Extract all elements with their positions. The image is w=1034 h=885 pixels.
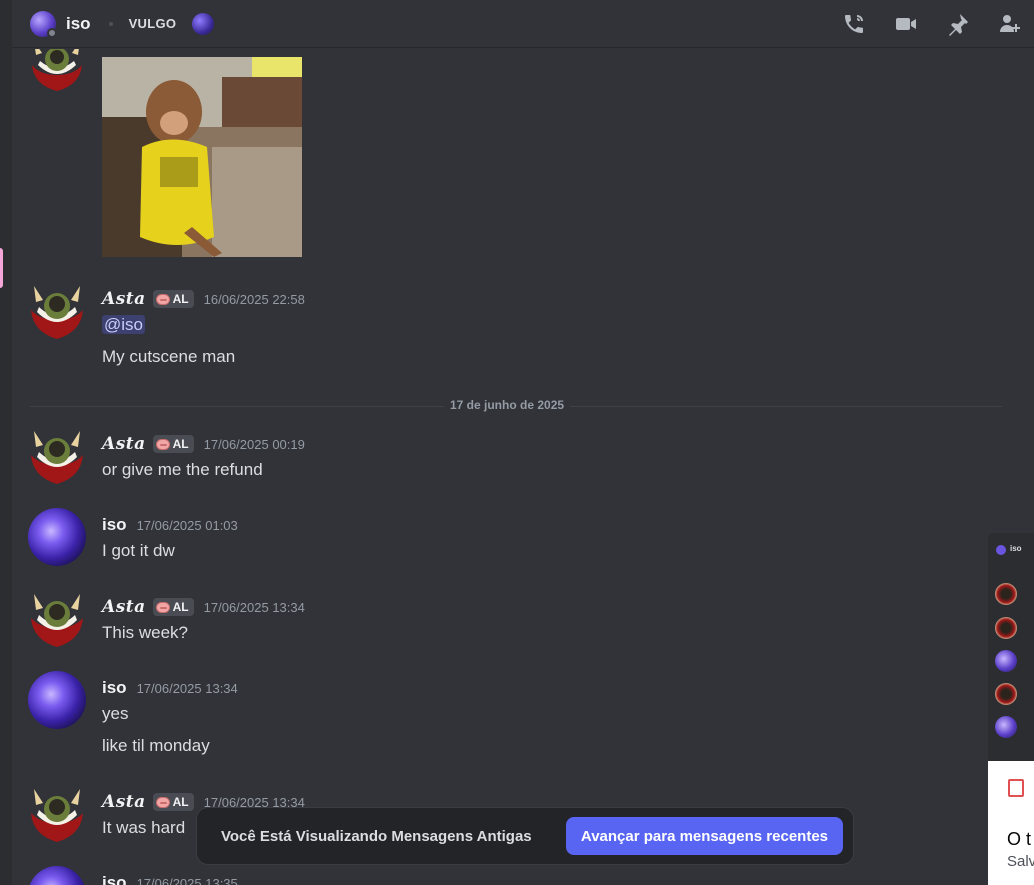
- message-content: My cutscene man: [102, 347, 236, 366]
- older-messages-notice: Você Está Visualizando Mensagens Antigas: [221, 827, 532, 845]
- popout-footer-line: O t: [1007, 829, 1032, 849]
- tag-badge-icon: [155, 293, 170, 305]
- popout-footer-subline: Salv: [1007, 853, 1034, 870]
- dm-name[interactable]: iso: [66, 14, 91, 34]
- older-messages-bar: Você Está Visualizando Mensagens Antigas…: [196, 807, 854, 865]
- author-name[interactable]: iso: [102, 678, 127, 698]
- author-name[interactable]: Asta: [102, 597, 146, 617]
- avatar[interactable]: [28, 49, 86, 93]
- timestamp: 17/06/2025 01:03: [136, 517, 238, 533]
- tag-badge-icon: [155, 796, 170, 808]
- jump-to-present-button[interactable]: Avançar para mensagens recentes: [565, 817, 843, 855]
- channel-header: iso VULGO: [12, 0, 1034, 48]
- message-header: Asta AL 17/06/2025 00:19: [102, 434, 305, 454]
- timestamp: 17/06/2025 13:34: [203, 599, 305, 615]
- server-rail: [0, 0, 12, 885]
- status-dot-icon: [47, 27, 57, 38]
- voice-call-icon[interactable]: [840, 10, 868, 38]
- message-header: Asta AL 16/06/2025 22:58: [102, 289, 305, 309]
- author-name[interactable]: Asta: [102, 792, 146, 812]
- author-name[interactable]: iso: [102, 873, 127, 885]
- avatar[interactable]: [28, 785, 86, 843]
- avatar: [995, 583, 1017, 605]
- server-tag-icon: [192, 12, 215, 35]
- popout-footer: O t Salv: [988, 761, 1034, 885]
- avatar[interactable]: [28, 508, 86, 566]
- popout-avatar-icon: [996, 545, 1006, 555]
- message-header: iso 17/06/2025 13:35: [102, 873, 238, 885]
- message-list[interactable]: Asta AL 16/06/2025 22:58 @iso My cutscen…: [12, 49, 1034, 885]
- tag-badge-icon: [155, 601, 170, 613]
- unread-indicator: [0, 248, 3, 288]
- tag-badge-icon: [155, 438, 170, 450]
- timestamp: 16/06/2025 22:58: [203, 291, 305, 307]
- timestamp: 17/06/2025 13:35: [136, 875, 238, 885]
- message-header: Asta AL 17/06/2025 13:34: [102, 597, 305, 617]
- timestamp: 17/06/2025 00:19: [203, 436, 305, 452]
- user-tag[interactable]: AL: [152, 290, 194, 308]
- header-separator: [108, 21, 113, 26]
- avatar[interactable]: [28, 282, 86, 340]
- message-content: I got it dw: [102, 541, 175, 560]
- avatar[interactable]: [28, 590, 86, 648]
- asta-avatar-icon: [32, 49, 82, 91]
- message-content: or give me the refund: [102, 460, 263, 479]
- message-header: iso 17/06/2025 13:34: [102, 678, 238, 698]
- date-divider-label: 17 de junho de 2025: [444, 398, 571, 412]
- video-call-icon[interactable]: [892, 10, 920, 38]
- message-content: @iso: [102, 315, 145, 335]
- message-content: yes: [102, 704, 129, 723]
- message-content: This week?: [102, 623, 188, 642]
- calendar-icon: [1008, 779, 1024, 797]
- user-tag[interactable]: AL: [152, 598, 194, 616]
- avatar: [995, 683, 1017, 705]
- server-tag[interactable]: VULGO: [129, 16, 177, 31]
- popout-title: iso: [1010, 544, 1022, 553]
- author-name[interactable]: iso: [102, 515, 127, 535]
- add-friends-icon[interactable]: [996, 10, 1024, 38]
- dm-avatar[interactable]: [30, 10, 57, 38]
- pinned-messages-icon[interactable]: [944, 10, 972, 38]
- message-content: like til monday: [102, 736, 210, 755]
- popout-preview: iso: [988, 533, 1034, 761]
- message-content: It was hard: [102, 818, 186, 837]
- avatar: [995, 617, 1017, 639]
- popout-window[interactable]: iso O t Salv: [988, 533, 1034, 885]
- user-tag[interactable]: AL: [152, 435, 194, 453]
- message-header: iso 17/06/2025 01:03: [102, 515, 238, 535]
- gif-image: [102, 57, 302, 257]
- avatar: [995, 650, 1017, 672]
- timestamp: 17/06/2025 13:34: [136, 680, 238, 696]
- avatar[interactable]: [28, 671, 86, 729]
- avatar[interactable]: [28, 866, 86, 885]
- avatar[interactable]: [28, 427, 86, 485]
- header-toolbar: [840, 10, 1024, 38]
- user-mention[interactable]: @iso: [102, 315, 145, 334]
- user-tag[interactable]: AL: [152, 793, 194, 811]
- gif-attachment[interactable]: [102, 57, 302, 257]
- avatar: [995, 716, 1017, 738]
- author-name[interactable]: Asta: [102, 434, 146, 454]
- author-name[interactable]: Asta: [102, 289, 146, 309]
